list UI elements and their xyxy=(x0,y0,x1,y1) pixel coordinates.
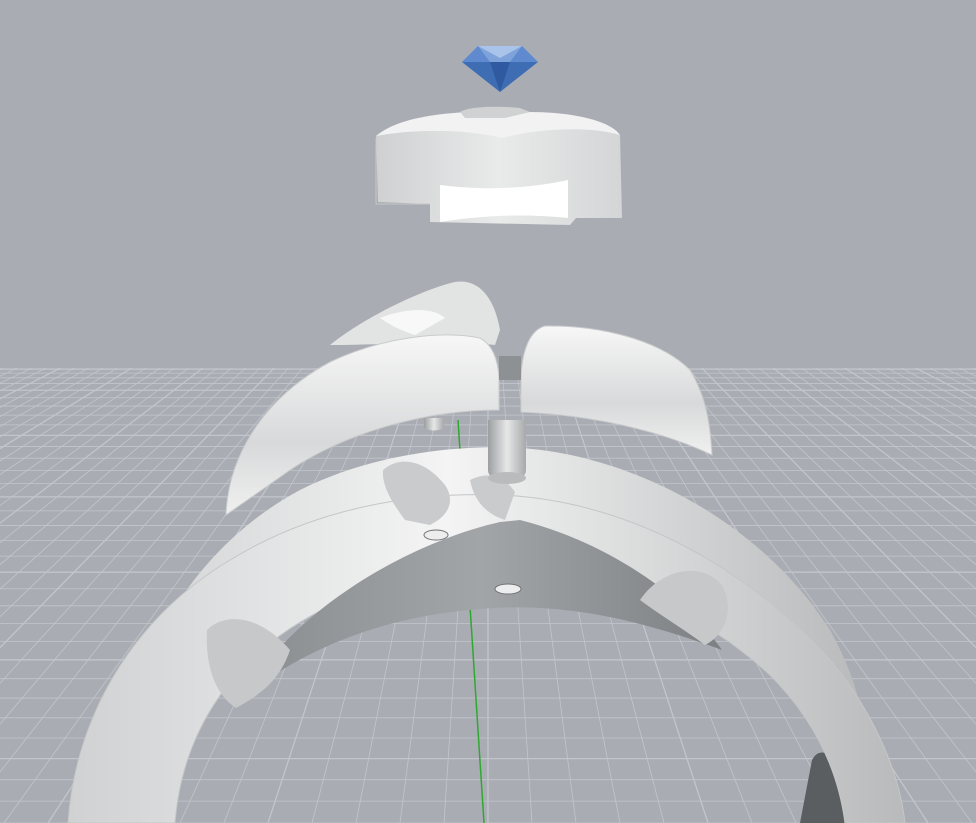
band-hole xyxy=(494,583,522,595)
shank-center-notch xyxy=(499,356,521,380)
shank-post xyxy=(424,418,444,431)
shank-post-end xyxy=(488,472,526,484)
viewport-canvas[interactable] xyxy=(0,0,976,823)
band-hole xyxy=(423,529,449,541)
shank-post xyxy=(488,420,526,480)
3d-viewport[interactable] xyxy=(0,0,976,823)
